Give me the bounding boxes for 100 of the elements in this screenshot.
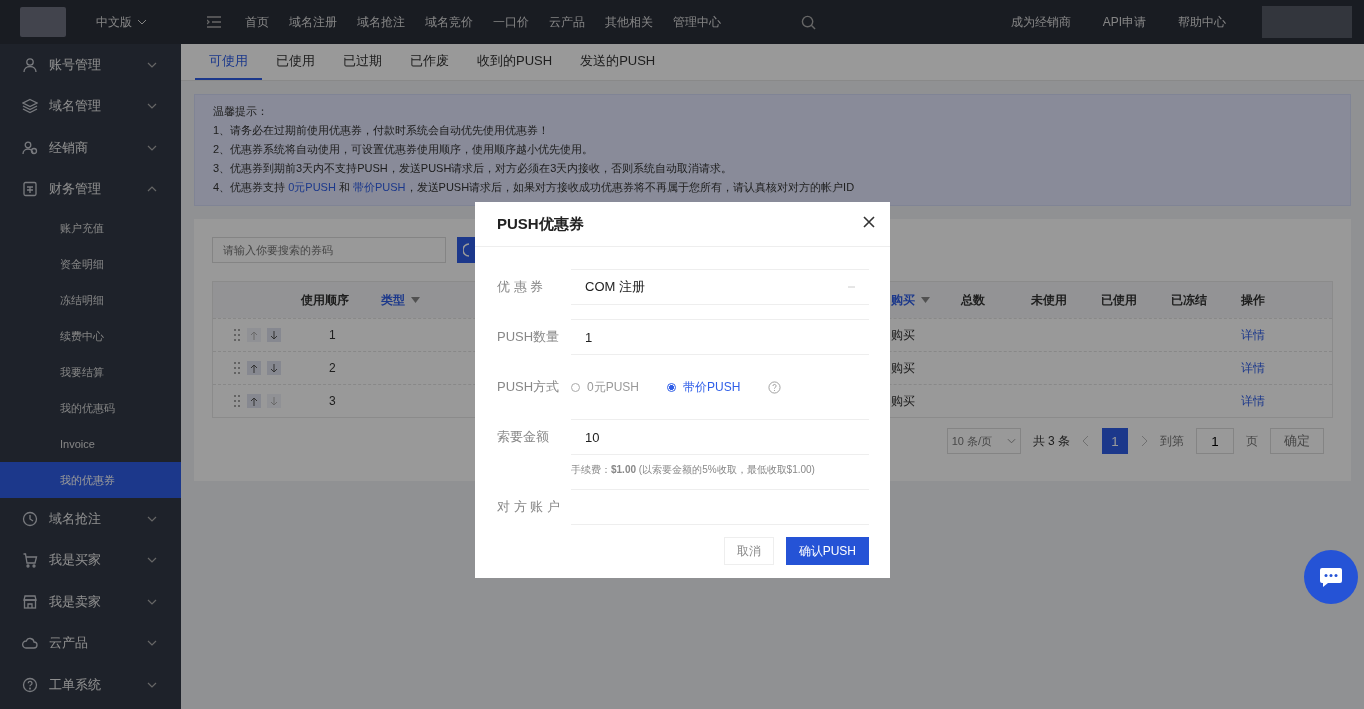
close-icon <box>863 216 875 228</box>
notice-line: 3、优惠券到期前3天内不支持PUSH，发送PUSH请求后，对方必须在3天内接收，否则系统自动取消请求。 <box>213 162 734 175</box>
move-down-button[interactable] <box>267 361 281 375</box>
confirm-button[interactable]: 确认PUSH <box>785 537 869 565</box>
nav-link[interactable]: 首页 <box>235 13 279 31</box>
page-button[interactable]: 1 <box>1102 428 1128 454</box>
total-count: 共 3 条 <box>1032 432 1070 450</box>
chevron-icon <box>147 186 157 193</box>
next-page-icon[interactable] <box>1140 435 1148 447</box>
chevron-icon <box>1006 438 1016 444</box>
coupon-select[interactable]: COM 注册 <box>571 269 869 305</box>
tab[interactable]: 已使用 <box>262 44 329 80</box>
sidebar-item[interactable]: 财务管理 <box>0 168 181 210</box>
column-header[interactable]: 购买 <box>891 291 930 309</box>
page-input[interactable]: 1 <box>1196 428 1234 454</box>
field-label: 优 惠 券 <box>497 278 545 296</box>
header-link[interactable]: API申请 <box>1086 13 1162 31</box>
sidebar-icon <box>22 552 38 569</box>
prev-page-icon[interactable] <box>1082 435 1090 447</box>
sidebar-item[interactable]: 我是买家 <box>0 539 181 581</box>
tab[interactable]: 发送的PUSH <box>566 44 670 80</box>
chevron-icon <box>147 557 157 564</box>
input-field[interactable]: 10 <box>571 419 869 455</box>
search-field[interactable]: 请输入你要搜索的券码 <box>212 237 446 263</box>
notice-line: 4、优惠券支持 0元PUSH 和 带价PUSH，发送PUSH请求后，如果对方接收成功优惠券将不再属于您所有，请认真核对对方的帐户ID <box>213 181 856 194</box>
arrow-down-icon <box>270 363 278 373</box>
drag-handle-icon[interactable] <box>233 328 241 342</box>
input-field[interactable]: 1 <box>571 319 869 355</box>
confirm-page-button[interactable]: 确定 <box>1270 428 1324 454</box>
sidebar-subitem[interactable]: 资金明细 <box>0 246 181 282</box>
column-header[interactable]: 类型 <box>381 291 420 309</box>
header-link[interactable]: 成为经销商 <box>994 13 1087 31</box>
field-label: 索要金额 <box>497 428 550 446</box>
sidebar-item[interactable]: 域名抢注 <box>0 498 181 540</box>
tab[interactable]: 已作废 <box>396 44 463 80</box>
notice-link[interactable]: 0元PUSH <box>288 181 336 193</box>
radio-option[interactable]: 带价PUSH <box>667 378 741 396</box>
tab[interactable]: 可使用 <box>195 44 262 80</box>
chevron-icon <box>147 515 157 522</box>
tab[interactable]: 收到的PUSH <box>463 44 567 80</box>
nav-link[interactable]: 域名注册 <box>279 13 347 31</box>
sidebar-subitem[interactable]: Invoice <box>0 426 181 462</box>
sidebar-item[interactable]: 账号管理 <box>0 44 181 86</box>
sidebar-icon <box>22 510 38 527</box>
notice-link[interactable]: 带价PUSH <box>353 181 406 193</box>
sidebar-subitem[interactable]: 账户充值 <box>0 210 181 246</box>
chevron-icon <box>147 144 157 151</box>
sidebar-subitem[interactable]: 续费中心 <box>0 318 181 354</box>
arrow-up-icon <box>250 396 258 406</box>
nav-link[interactable]: 管理中心 <box>663 13 731 31</box>
menu-icon[interactable] <box>207 16 221 28</box>
dialog-title: PUSH优惠券 <box>497 214 584 234</box>
details-link[interactable]: 详情 <box>1241 359 1265 377</box>
sidebar-item[interactable]: 工单系统 <box>0 664 181 706</box>
radio-option[interactable]: 0元PUSH <box>571 378 639 396</box>
sidebar-icon <box>22 635 38 652</box>
cancel-button[interactable]: 取消 <box>723 537 774 565</box>
field-label: PUSH数量 <box>497 328 561 346</box>
search-icon[interactable] <box>801 14 816 30</box>
sidebar-item[interactable]: 域名管理 <box>0 85 181 127</box>
table-cell-text: 2 <box>328 361 336 375</box>
tab[interactable]: 已过期 <box>329 44 396 80</box>
chat-button[interactable] <box>1304 550 1358 604</box>
sidebar-subitem[interactable]: 冻结明细 <box>0 282 181 318</box>
notice-line: 2、优惠券系统将自动使用，可设置优惠券使用顺序，使用顺序越小优先使用。 <box>213 143 595 156</box>
sidebar-icon <box>22 676 38 693</box>
sidebar-item[interactable]: 云产品 <box>0 622 181 664</box>
move-up-button[interactable] <box>247 361 261 375</box>
arrow-down-icon <box>270 330 278 340</box>
details-link[interactable]: 详情 <box>1241 392 1265 410</box>
page-size-select[interactable]: 10 条/页 <box>946 428 1021 454</box>
close-button[interactable] <box>862 215 876 229</box>
language-switch[interactable]: 中文版 <box>96 13 147 31</box>
sidebar-subitem[interactable]: 我的优惠券 <box>0 462 181 498</box>
nav-link[interactable]: 其他相关 <box>595 13 663 31</box>
nav-link[interactable]: 域名竞价 <box>415 13 483 31</box>
help-icon[interactable] <box>768 380 782 394</box>
nav-link[interactable]: 云产品 <box>539 13 595 31</box>
header-link[interactable]: 帮助中心 <box>1162 13 1242 31</box>
drag-handle-icon[interactable] <box>233 394 241 408</box>
chevron-icon <box>137 19 147 25</box>
chevron-icon <box>147 61 157 68</box>
field-label: PUSH方式 <box>497 378 561 396</box>
sidebar-item[interactable]: 我是卖家 <box>0 581 181 623</box>
move-up-button[interactable] <box>247 394 261 408</box>
chevron-icon <box>147 681 157 688</box>
sidebar-item[interactable]: 经销商 <box>0 127 181 169</box>
chevron-icon <box>147 640 157 647</box>
details-link[interactable]: 详情 <box>1241 326 1265 344</box>
notice-line: 1、请务必在过期前使用优惠券，付款时系统会自动优先使用优惠券！ <box>213 124 551 137</box>
table-cell: 购买 <box>891 326 915 344</box>
fee-note: 手续费：$1.00 (以索要金额的5%收取，最低收取$1.00) <box>571 463 816 477</box>
drag-handle-icon[interactable] <box>233 361 241 375</box>
nav-link[interactable]: 一口价 <box>483 13 539 31</box>
sidebar-subitem[interactable]: 我要结算 <box>0 354 181 390</box>
sidebar-subitem[interactable]: 我的优惠码 <box>0 390 181 426</box>
move-down-button[interactable] <box>267 328 281 342</box>
arrow-up-icon <box>250 363 258 373</box>
sidebar-icon <box>22 181 38 198</box>
nav-link[interactable]: 域名抢注 <box>347 13 415 31</box>
